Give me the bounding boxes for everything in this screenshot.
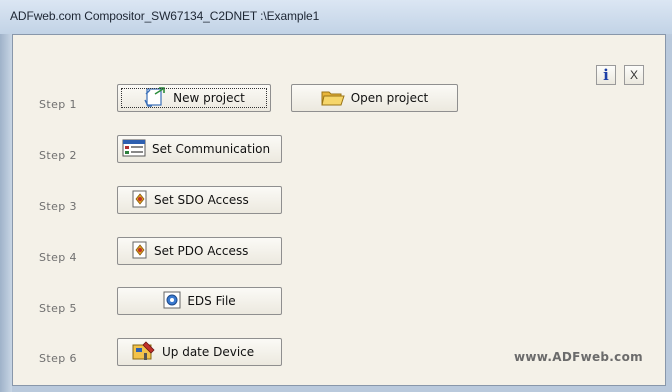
main-panel: i X Step 1 Step 2 Step 3 Step 4 Step 5 S… [12, 34, 666, 386]
update-device-button[interactable]: Up date Device [117, 338, 282, 366]
title-bar[interactable]: ADFweb.com Compositor_SW67134_C2DNET :\E… [0, 0, 672, 34]
set-pdo-access-button[interactable]: Set PDO Access [117, 237, 282, 265]
step-5-label: Step 5 [39, 302, 77, 315]
update-device-label: Up date Device [162, 345, 255, 359]
brand-text: www.ADFweb.com [514, 350, 643, 364]
new-project-icon [143, 86, 167, 111]
update-device-icon [132, 340, 156, 364]
step-3-label: Step 3 [39, 200, 77, 213]
set-pdo-access-label: Set PDO Access [154, 244, 249, 258]
step-4-label: Step 4 [39, 251, 77, 264]
new-project-button[interactable]: New project [117, 84, 271, 112]
new-project-label: New project [173, 91, 245, 105]
step-2-label: Step 2 [39, 149, 77, 162]
set-communication-label: Set Communication [152, 142, 271, 156]
window-left-border [0, 34, 12, 392]
folder-icon [321, 87, 345, 110]
eds-file-button[interactable]: EDS File [117, 287, 282, 315]
info-button[interactable]: i [596, 65, 616, 85]
open-project-button[interactable]: Open project [291, 84, 458, 112]
open-project-label: Open project [350, 91, 429, 105]
info-icon: i [603, 66, 609, 84]
close-icon: X [629, 68, 638, 82]
pdo-access-icon [132, 241, 148, 262]
step-6-label: Step 6 [39, 352, 77, 365]
set-sdo-access-button[interactable]: Set SDO Access [117, 186, 282, 214]
close-button[interactable]: X [624, 65, 644, 85]
set-sdo-access-label: Set SDO Access [154, 193, 249, 207]
eds-file-icon [163, 291, 181, 312]
window-title: ADFweb.com Compositor_SW67134_C2DNET :\E… [10, 9, 320, 23]
communication-icon [122, 139, 146, 160]
sdo-access-icon [132, 190, 148, 211]
app-window: ADFweb.com Compositor_SW67134_C2DNET :\E… [0, 0, 672, 392]
eds-file-label: EDS File [187, 294, 236, 308]
set-communication-button[interactable]: Set Communication [117, 135, 282, 163]
step-1-label: Step 1 [39, 98, 77, 111]
